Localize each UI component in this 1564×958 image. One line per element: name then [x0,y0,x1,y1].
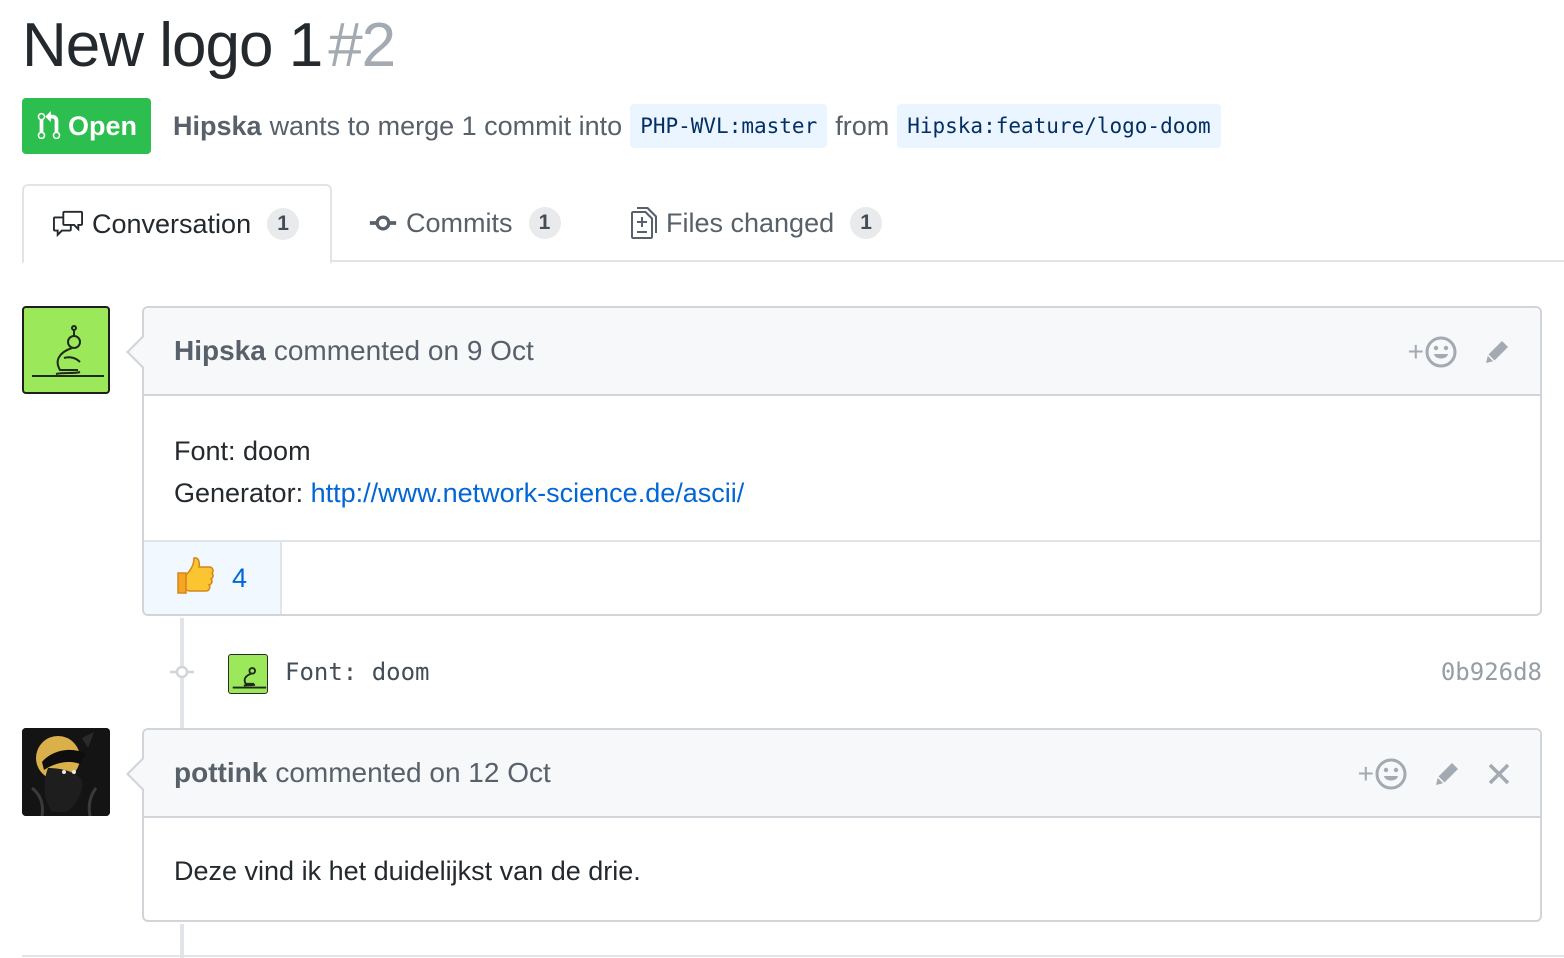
add-reaction-button[interactable]: + [1358,757,1408,791]
tab-counter: 1 [267,208,300,240]
comment-header: pottink commented on 12 Oct + [126,730,1540,818]
git-commit-icon [369,215,397,231]
tab-label: Conversation [92,208,252,239]
generator-link[interactable]: http://www.network-science.de/ascii/ [311,478,745,508]
pr-number: #2 [328,11,396,80]
pencil-icon [1436,763,1458,785]
comment-text-line: Generator: http://www.network-science.de… [174,472,1510,514]
close-icon [1488,763,1510,785]
comment-card: pottink commented on 12 Oct + Deze vind … [126,728,1542,922]
commit-author-avatar[interactable] [228,654,268,694]
avatar-doodle-icon [232,667,267,689]
delete-comment-button[interactable] [1486,761,1512,787]
pr-title: New logo 1#2 [22,10,396,82]
smiley-icon [1375,758,1407,790]
timeline-line [180,924,184,958]
comment-text-prefix: Generator: [174,478,311,508]
commit-message-link[interactable]: Font: doom [285,658,430,686]
comment-actions: + [1384,308,1512,396]
state-badge: Open [22,98,152,154]
plus-icon: + [1407,336,1424,367]
comment-card: Hipska commented on 9 Oct + Font: doom G… [126,306,1542,616]
comment-arrow [129,758,145,790]
base-branch-ref[interactable]: PHP-WVL:master [630,104,828,148]
pr-author-link[interactable]: Hipska [173,111,262,142]
pr-title-text: New logo 1 [22,11,323,80]
edit-comment-button[interactable] [1482,337,1512,367]
comment-text: Deze vind ik het duidelijkst van de drie… [174,856,641,886]
avatar[interactable] [22,306,110,394]
merge-text: wants to merge 1 commit into [269,110,623,141]
comment-actions: + [1334,730,1512,818]
comment-timestamp[interactable]: commented on 12 Oct [275,757,550,789]
thumbs-up-icon [172,553,216,604]
reaction-count: 4 [232,562,248,593]
state-label: Open [68,110,138,141]
timeline-divider [22,955,1564,957]
reactions-bar: 4 [144,540,1540,614]
tab-label: Files changed [666,207,835,238]
pr-tabs: Conversation 1 Commits 1 Files changed 1 [22,184,1564,264]
file-diff-icon [631,207,657,239]
tab-commits[interactable]: Commits 1 [368,184,561,262]
edit-comment-button[interactable] [1432,759,1462,789]
commit-row: Font: doom 0b926d8 [0,640,1564,704]
avatar[interactable] [22,728,110,816]
avatar-doodle-icon [32,325,104,377]
avatar-dark-hero-icon [22,728,110,816]
add-reaction-button[interactable]: + [1408,335,1458,369]
smiley-icon [1425,336,1457,368]
comment-timestamp[interactable]: commented on 9 Oct [274,335,534,367]
comment-author[interactable]: Hipska [174,335,266,367]
tab-counter: 1 [528,207,561,239]
comment-body: Deze vind ik het duidelijkst van de drie… [144,818,1540,920]
tab-counter: 1 [850,207,883,239]
head-branch-ref[interactable]: Hipska:feature/logo-doom [897,104,1221,148]
comment-author[interactable]: pottink [174,757,267,789]
comment-arrow [129,336,145,368]
comment-text: Font: doom [174,436,311,466]
git-pull-request-icon [37,111,61,140]
merge-summary: Hipska wants to merge 1 commit into PHP-… [173,104,1229,148]
thumbs-up-reaction-button[interactable]: 4 [144,542,282,614]
from-text: from [835,110,890,141]
git-commit-node-icon [170,665,194,679]
pencil-icon [1486,341,1508,363]
tab-files-changed[interactable]: Files changed 1 [630,184,883,262]
comment-header: Hipska commented on 9 Oct + [126,308,1540,396]
comment-discussion-icon [53,210,83,238]
commit-sha-link[interactable]: 0b926d8 [1441,658,1542,686]
comment-body: Font: doom Generator: http://www.network… [144,396,1540,540]
tab-label: Commits [406,207,513,238]
pr-meta: Open Hipska wants to merge 1 commit into… [22,98,1229,154]
plus-icon: + [1357,758,1374,789]
tab-conversation[interactable]: Conversation 1 [22,184,332,264]
